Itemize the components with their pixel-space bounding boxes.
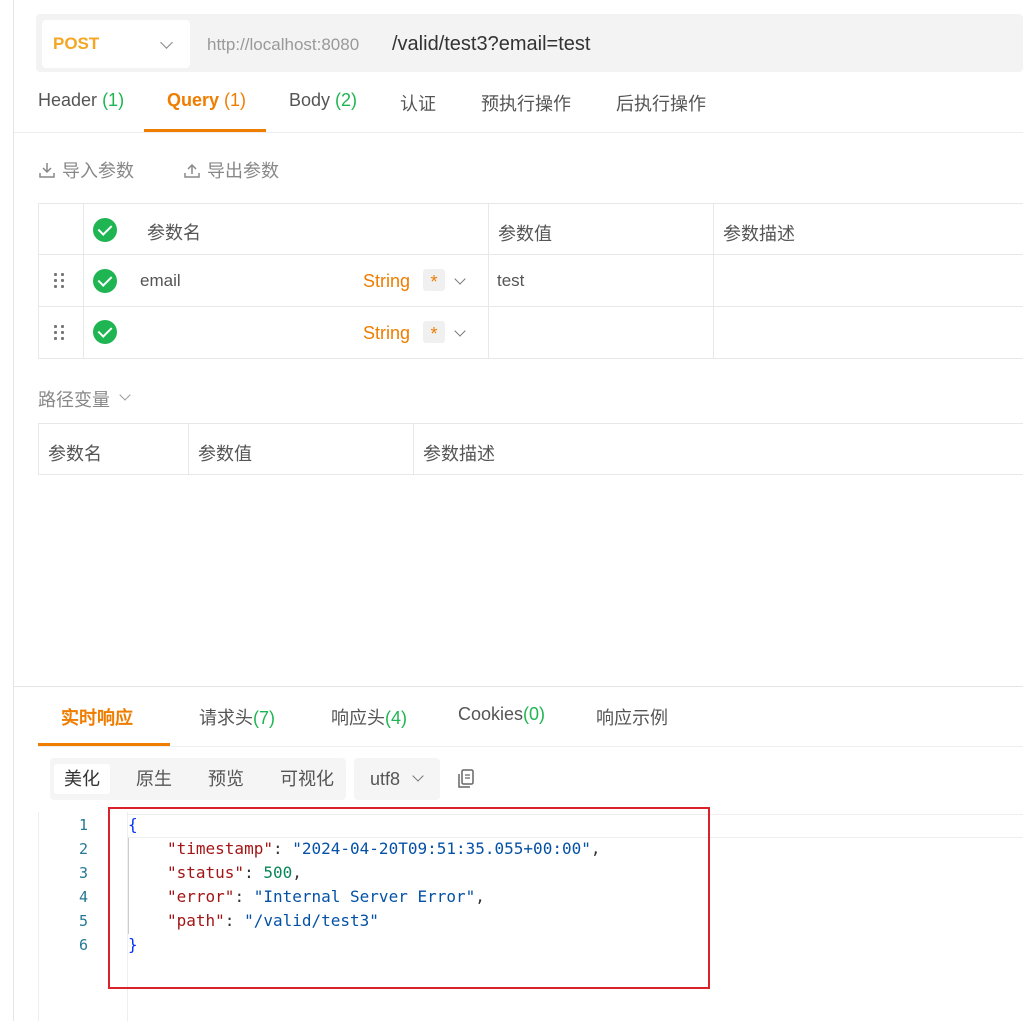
response-tabs-divider [38,746,1023,747]
required-toggle[interactable]: * [423,321,445,344]
tab-query[interactable]: Query (1) [167,90,246,111]
highlight-annotation-box [108,807,710,989]
tab-response-examples[interactable]: 响应示例 [596,704,668,730]
view-mode-switcher: 美化 原生 预览 可视化 [50,758,346,800]
table-border [38,306,1023,307]
row-enabled-checkbox[interactable] [93,320,117,344]
drag-handle-icon[interactable] [54,273,66,289]
col-header-desc: 参数描述 [423,444,495,464]
chevron-down-icon [412,770,424,782]
editor-border [38,812,39,1021]
view-mode-pretty[interactable]: 美化 [54,764,110,794]
method-label: POST [53,34,100,53]
line-number: 1 [78,816,88,834]
active-tab-indicator [144,129,266,132]
tab-request-headers[interactable]: 请求头(7) [199,704,275,730]
active-tab-indicator [38,743,170,746]
table-border [38,474,1023,475]
table-border [188,423,189,475]
line-number: 6 [78,936,88,954]
table-border [38,423,39,475]
param-value-input[interactable]: test [497,271,524,291]
export-params-button[interactable]: 导出参数 [183,157,279,183]
line-number: 3 [78,864,88,882]
row-enabled-checkbox[interactable] [93,269,117,293]
param-name-input[interactable]: email [140,271,181,291]
tab-body[interactable]: Body (2) [289,90,357,111]
col-header-value: 参数值 [498,224,552,244]
method-select[interactable]: POST [42,20,190,68]
download-icon [39,163,55,178]
line-number: 2 [78,840,88,858]
chevron-down-icon[interactable] [454,325,466,337]
import-params-button[interactable]: 导入参数 [38,157,134,183]
table-border [38,254,1023,255]
tab-cookies[interactable]: Cookies(0) [458,704,545,725]
col-header-name: 参数名 [147,223,201,243]
copy-icon[interactable] [456,768,476,790]
view-mode-raw[interactable]: 原生 [126,764,182,794]
tab-auth[interactable]: 认证 [400,90,436,116]
response-divider [14,686,1023,687]
col-header-value: 参数值 [198,444,252,464]
tabs-divider [14,132,1023,133]
table-border [38,203,39,359]
panel-left-border [13,0,14,1021]
table-border [713,203,714,359]
required-toggle[interactable]: * [423,269,445,292]
table-border [413,423,414,475]
col-header-name: 参数名 [48,444,102,464]
table-border [38,423,1023,424]
url-path-input[interactable]: /valid/test3?email=test [392,33,590,56]
chevron-down-icon[interactable] [454,273,466,285]
encoding-select[interactable]: utf8 [354,758,440,800]
view-mode-preview[interactable]: 预览 [198,764,254,794]
view-mode-visualize[interactable]: 可视化 [270,764,344,794]
param-type-label[interactable]: String [363,323,410,344]
line-number: 4 [78,888,88,906]
line-number: 5 [78,912,88,930]
table-border [38,203,1023,204]
upload-icon [184,163,200,178]
drag-handle-icon[interactable] [54,325,66,341]
table-border [488,203,489,359]
table-border [83,203,84,359]
tab-post-script[interactable]: 后执行操作 [616,90,706,116]
col-header-desc: 参数描述 [723,224,795,244]
tab-live-response[interactable]: 实时响应 [61,704,133,730]
chevron-down-icon [160,36,173,49]
host-prefix: http://localhost:8080 [207,35,360,54]
path-vars-toggle[interactable]: 路径变量 [38,386,110,412]
param-type-label[interactable]: String [363,271,410,292]
tab-response-headers[interactable]: 响应头(4) [331,704,407,730]
tab-pre-script[interactable]: 预执行操作 [481,90,571,116]
select-all-checkbox[interactable] [93,218,117,242]
tab-header[interactable]: Header (1) [38,90,124,111]
chevron-down-icon[interactable] [119,389,131,401]
table-border [38,358,1023,359]
